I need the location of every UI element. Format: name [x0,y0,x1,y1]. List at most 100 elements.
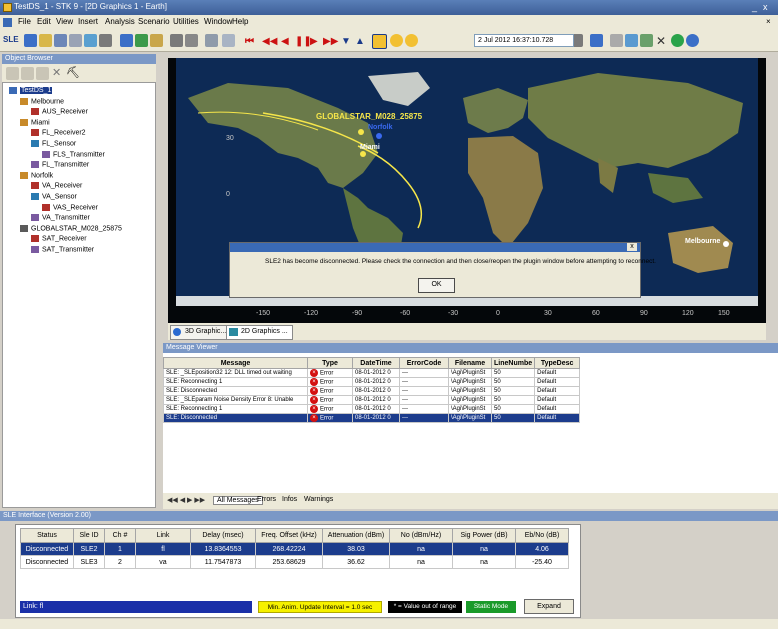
col-link[interactable]: Link [135,528,191,543]
animation-time-field[interactable]: 2 Jul 2012 16:37:10.728 [474,34,574,47]
cross-icon[interactable]: ✕ [656,34,666,48]
tab-2d-graphics[interactable]: 2D Graphics ... [226,325,293,340]
tab-all-messages[interactable]: All Messages [213,496,263,505]
col-ebno[interactable]: Eb/No (dB) [515,528,569,543]
table-row[interactable]: SLE: _SLEparam Noise Density Error 8: Un… [163,395,581,405]
tab-warnings[interactable]: Warnings [304,496,333,503]
new-scenario-icon[interactable] [24,34,37,47]
col-freq-offset[interactable]: Freq. Offset (kHz) [255,528,323,543]
col-errorcode[interactable]: ErrorCode [399,357,449,369]
map-icon[interactable] [150,34,163,47]
tool-c-icon[interactable] [205,34,218,47]
menu-insert[interactable]: Insert [78,17,98,26]
col-channel[interactable]: Ch # [104,528,136,543]
col-sig-power[interactable]: Sig Power (dB) [452,528,516,543]
menu-window[interactable]: Window [204,17,232,26]
tool-f-icon[interactable] [590,34,603,47]
col-filename[interactable]: Filename [448,357,492,369]
col-typedesc[interactable]: TypeDesc [534,357,581,369]
menu-analysis[interactable]: Analysis [105,17,135,26]
table-row[interactable]: SLE: Reconnecting 1 × Error 08-01-2012 0 ---… [163,404,581,414]
table-row[interactable]: Disconnected SLE3 2 va 11.7547873 253.68629 36… [20,555,569,569]
browser-cut-icon[interactable] [21,67,34,80]
tree-item[interactable]: VAS_Receiver [42,203,98,211]
table-row[interactable]: SLE: Disconnected × Error 08-01-2012 0 --- \A… [163,413,581,423]
menu-file[interactable]: File [18,17,31,26]
table-row[interactable]: SLE: Reconnecting 1 × Error 08-01-2012 0 ---… [163,377,581,387]
graph-icon[interactable] [135,34,148,47]
tree-item[interactable]: TestDS_1 [9,87,53,95]
col-linenumber[interactable]: LineNumbe [490,357,536,369]
tree-item[interactable]: GLOBALSTAR_M028_25875 [20,224,122,232]
clock-a-icon[interactable] [390,34,403,47]
tab-errors[interactable]: Errors [257,496,276,503]
tree-item[interactable]: SAT_Receiver [31,235,87,243]
play-icon[interactable]: ▶ [310,36,318,47]
slower-icon[interactable]: ▼ [341,36,351,47]
zoom-icon[interactable] [686,34,699,47]
reset-animation-icon[interactable]: ⏮ [245,36,254,47]
browser-delete-icon[interactable]: ✕ [52,66,61,79]
tool-b-icon[interactable] [185,34,198,47]
menu-view[interactable]: View [56,17,73,26]
tab-3d-graphics[interactable]: 3D Graphic... [170,325,232,340]
static-mode-button[interactable]: Static Mode [466,601,516,613]
browser-copy-icon[interactable] [36,67,49,80]
browser-find-icon[interactable]: ⛏ [66,66,80,79]
tree-item[interactable]: VA_Receiver [31,182,82,190]
properties-icon[interactable] [99,34,112,47]
table-row[interactable]: SLE: Disconnected × Error 08-01-2012 0 --- \A… [163,386,581,396]
save-icon[interactable] [54,34,67,47]
tab-infos[interactable]: Infos [282,496,297,503]
tab-scroll-icon[interactable]: ◀◀ ◀ ▶ ▶▶ [167,496,205,504]
print-icon[interactable] [69,34,82,47]
tree-item[interactable]: FL_Receiver2 [31,129,86,137]
browser-new-icon[interactable] [6,67,19,80]
tree-item[interactable]: FL_Sensor [31,140,76,147]
minimize-button[interactable]: _ [752,2,757,12]
tree-item[interactable]: AUS_Receiver [31,108,88,116]
tool-a-icon[interactable] [170,34,183,47]
expand-button[interactable]: Expand [524,599,574,614]
tool-i-icon[interactable] [640,34,653,47]
realtime-icon[interactable] [372,34,387,49]
tree-item[interactable]: VA_Transmitter [31,214,90,222]
tool-g-icon[interactable] [610,34,623,47]
tree-item[interactable]: SAT_Transmitter [31,246,94,253]
col-delay[interactable]: Delay (msec) [190,528,256,543]
mdi-close-icon[interactable]: × [766,17,771,26]
menu-help[interactable]: Help [232,17,248,26]
close-button[interactable]: x [763,2,768,12]
reverse-play-icon[interactable]: ◀ [281,36,289,47]
tree-item[interactable]: Melbourne [20,97,64,105]
tool-h-icon[interactable] [625,34,638,47]
step-back-icon[interactable]: ◀◀ [262,36,277,47]
col-datetime[interactable]: DateTime [352,357,400,369]
step-forward-icon[interactable]: ▶▶ [323,36,338,47]
table-row[interactable]: SLE: _SLEposition32 12: DLL timed out wa… [163,368,581,378]
menu-scenario[interactable]: Scenario [138,17,170,26]
open-icon[interactable] [39,34,52,47]
tree-item[interactable]: VA_Sensor [31,193,77,200]
tool-d-icon[interactable] [222,34,235,47]
col-noise[interactable]: No (dBm/Hz) [389,528,453,543]
col-attenuation[interactable]: Attenuation (dBm) [322,528,390,543]
green-dot-icon[interactable] [671,34,684,47]
globe-icon[interactable] [84,34,97,47]
faster-icon[interactable]: ▲ [355,36,365,47]
menu-utilities[interactable]: Utilities [173,17,199,26]
menu-edit[interactable]: Edit [37,17,51,26]
table-row[interactable]: Disconnected SLE2 1 fl 13.8364553 268.42224 38… [20,542,569,556]
col-message[interactable]: Message [163,357,308,369]
col-status[interactable]: Status [20,528,74,543]
clock-b-icon[interactable] [405,34,418,47]
report-icon[interactable] [120,34,133,47]
col-sle-id[interactable]: Sle ID [73,528,105,543]
ok-button[interactable]: OK [418,278,455,293]
dialog-close-button[interactable]: x [627,243,637,251]
tree-item[interactable]: Norfolk [20,171,53,179]
tree-item[interactable]: Miami [20,118,50,126]
tree-item[interactable]: FLS_Transmitter [42,150,105,158]
tree-item[interactable]: FL_Transmitter [31,161,89,169]
col-type[interactable]: Type [307,357,353,369]
